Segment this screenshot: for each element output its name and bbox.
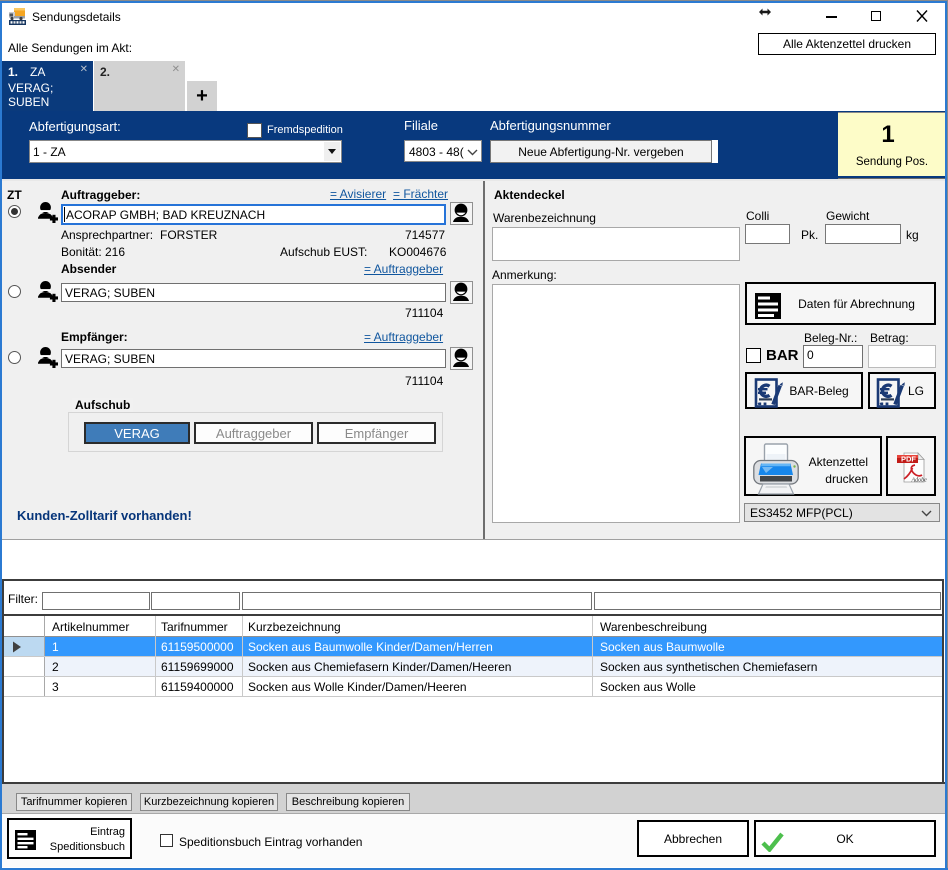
svg-text:Adobe: Adobe bbox=[911, 478, 928, 484]
svg-text:PDF: PDF bbox=[901, 455, 916, 464]
